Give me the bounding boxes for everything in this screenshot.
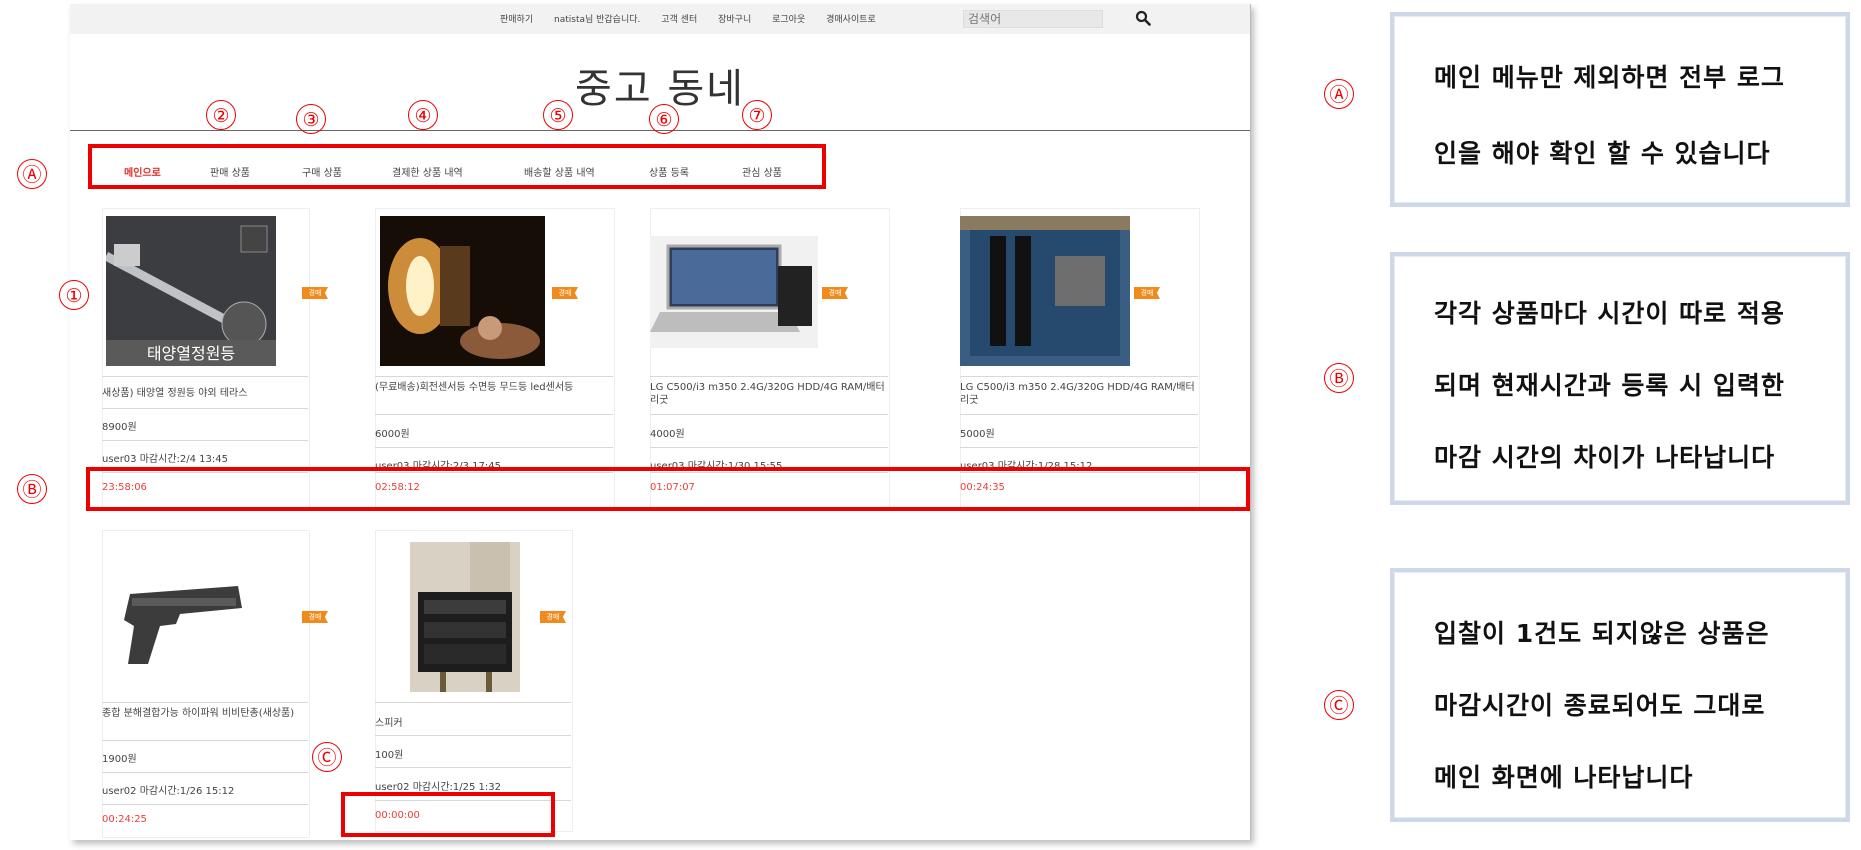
divider <box>375 735 571 736</box>
note-c-line3: 메인 화면에 나타납니다 <box>1434 763 1694 792</box>
product-price: 100원 <box>375 750 404 761</box>
note-c-marker: Ⓒ <box>1324 690 1354 720</box>
photo-caption: 태양열정원등 <box>147 344 235 363</box>
product-price: 8900원 <box>102 422 137 433</box>
marker-5: ⑤ <box>543 100 573 130</box>
divider <box>102 740 308 741</box>
marker-c: Ⓒ <box>312 742 342 772</box>
product-photo[interactable] <box>380 216 545 366</box>
auction-badge: 경매 <box>540 611 566 623</box>
divider <box>960 414 1198 415</box>
auction-site-link[interactable]: 경매사이트로 <box>826 15 876 25</box>
divider <box>102 376 308 377</box>
top-links: 판매하기 natista님 반갑습니다. 고객 센터 장바구니 로그아웃 경매사… <box>500 12 894 25</box>
product-photo[interactable]: 태양열정원등 <box>106 216 276 366</box>
product-photo[interactable] <box>410 542 520 692</box>
product-photo[interactable] <box>650 236 818 348</box>
logout-link[interactable]: 로그아웃 <box>772 15 805 25</box>
note-a-line2: 인을 해야 확인 할 수 있습니다 <box>1434 139 1771 168</box>
note-b-marker: Ⓑ <box>1324 363 1354 393</box>
divider <box>102 772 308 773</box>
product-seller-deadline: user03 마감시간:2/4 13:45 <box>102 454 228 465</box>
product-name[interactable]: 종합 분해결합가능 하이파워 비비탄총(새상품) <box>102 707 308 720</box>
note-b-line3: 마감 시간의 차이가 나타납니다 <box>1434 443 1776 472</box>
marker-7: ⑦ <box>742 100 772 130</box>
note-b: 각각 상품마다 시간이 따로 적용 되며 현재시간과 등록 시 입력한 마감 시… <box>1390 252 1850 505</box>
divider <box>375 414 613 415</box>
note-b-line2: 되며 현재시간과 등록 시 입력한 <box>1434 371 1785 400</box>
product-name[interactable]: LG C500/i3 m350 2.4G/320G HDD/4G RAM/배터리… <box>650 381 885 407</box>
product-seller-deadline: user02 마감시간:1/26 15:12 <box>102 786 235 797</box>
auction-badge: 경매 <box>1134 287 1160 299</box>
divider <box>102 804 308 805</box>
product-name[interactable]: 스피커 <box>375 714 403 729</box>
web-page: 판매하기 natista님 반갑습니다. 고객 센터 장바구니 로그아웃 경매사… <box>59 4 1251 840</box>
note-a: 메인 메뉴만 제외하면 전부 로그 인을 해야 확인 할 수 있습니다 <box>1390 12 1850 207</box>
divider <box>650 414 888 415</box>
divider <box>650 376 888 377</box>
product-price: 4000원 <box>650 429 685 440</box>
note-a-line1: 메인 메뉴만 제외하면 전부 로그 <box>1434 63 1785 92</box>
product-name[interactable]: (무료배송)회전센서등 수면등 무드등 led센서등 <box>375 381 610 394</box>
product-seller-deadline: user02 마감시간:1/25 1:32 <box>375 782 501 793</box>
divider <box>375 702 571 703</box>
divider <box>960 376 1198 377</box>
note-c-line2: 마감시간이 종료되어도 그대로 <box>1434 691 1766 720</box>
product-name[interactable]: 새상품) 태양열 정원등 야외 테라스 <box>102 387 302 400</box>
divider <box>102 702 308 703</box>
product-photo[interactable] <box>960 216 1130 366</box>
product-name[interactable]: LG C500/i3 m350 2.4G/320G HDD/4G RAM/배터리… <box>960 381 1198 407</box>
auction-badge: 경매 <box>822 287 848 299</box>
divider <box>375 767 571 768</box>
auction-badge: 경매 <box>552 287 578 299</box>
product-photo[interactable] <box>110 564 250 684</box>
marker-b-timers: Ⓑ <box>17 474 47 504</box>
divider <box>375 376 613 377</box>
countdown-timer: 00:24:25 <box>102 814 147 825</box>
top-bar: 판매하기 natista님 반갑습니다. 고객 센터 장바구니 로그아웃 경매사… <box>70 4 1250 34</box>
product-price: 1900원 <box>102 754 137 765</box>
note-c-line1: 입찰이 1건도 되지않은 상품은 <box>1434 619 1770 648</box>
marker-6: ⑥ <box>649 104 679 134</box>
product-price: 6000원 <box>375 429 410 440</box>
search-input[interactable] <box>963 10 1103 28</box>
auction-badge: 경매 <box>302 287 328 299</box>
divider <box>375 447 613 448</box>
note-c: 입찰이 1건도 되지않은 상품은 마감시간이 종료되어도 그대로 메인 화면에 … <box>1390 568 1850 822</box>
highlight-nav <box>88 144 826 189</box>
marker-2: ② <box>206 100 236 130</box>
marker-a-nav: Ⓐ <box>17 159 47 189</box>
marker-1: ① <box>59 280 89 310</box>
divider <box>102 408 308 409</box>
divider <box>960 447 1198 448</box>
note-a-marker: Ⓐ <box>1324 79 1354 109</box>
marker-3: ③ <box>296 104 326 134</box>
divider <box>102 440 308 441</box>
auction-badge: 경매 <box>302 611 328 623</box>
marker-4: ④ <box>408 100 438 130</box>
sell-link[interactable]: 판매하기 <box>500 15 533 25</box>
highlight-timers <box>86 467 1250 511</box>
search-icon[interactable] <box>1135 10 1151 26</box>
note-b-line1: 각각 상품마다 시간이 따로 적용 <box>1434 299 1785 328</box>
customer-center-link[interactable]: 고객 센터 <box>661 15 697 25</box>
highlight-expired-timer <box>341 792 555 837</box>
greeting-text: natista님 반갑습니다. <box>554 15 641 25</box>
divider <box>650 447 888 448</box>
product-price: 5000원 <box>960 429 995 440</box>
cart-link[interactable]: 장바구니 <box>718 15 751 25</box>
